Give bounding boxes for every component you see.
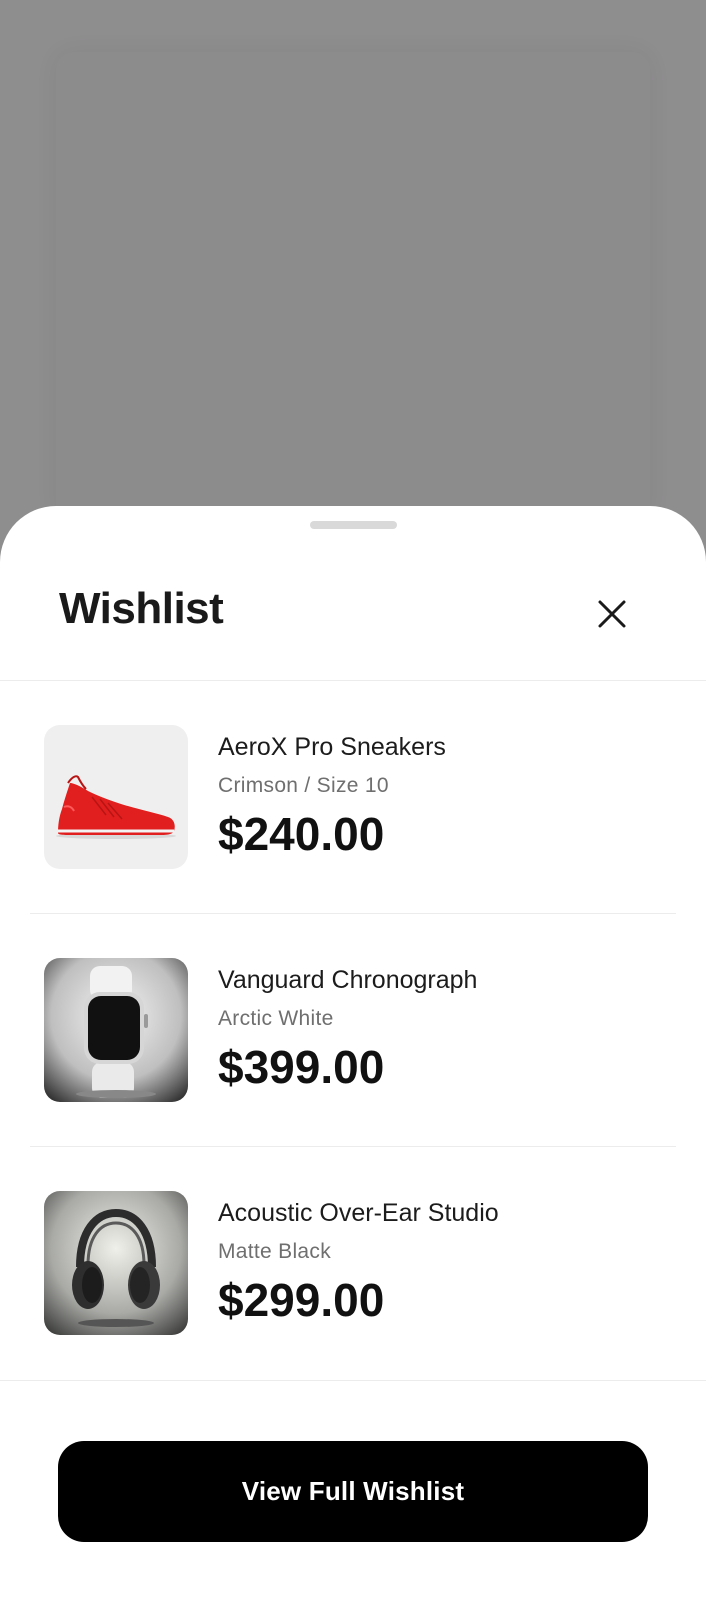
wishlist-bottom-sheet: Wishlist AeroX Pro Sneakers Crimson / Si… — [0, 506, 706, 1600]
item-name: Acoustic Over-Ear Studio — [218, 1199, 499, 1227]
close-button[interactable] — [588, 590, 636, 638]
item-price: $299.00 — [218, 1274, 385, 1326]
close-icon — [598, 600, 626, 628]
view-full-wishlist-button[interactable]: View Full Wishlist — [58, 1441, 648, 1542]
wishlist-item[interactable]: AeroX Pro Sneakers Crimson / Size 10 $24… — [30, 681, 676, 914]
smartwatch-image — [44, 958, 188, 1102]
list-divider — [0, 1380, 706, 1381]
item-variant: Matte Black — [218, 1240, 332, 1263]
wishlist-item[interactable]: Acoustic Over-Ear Studio Matte Black $29… — [30, 1147, 676, 1380]
headphones-image — [44, 1191, 188, 1335]
item-variant: Arctic White — [218, 1007, 334, 1030]
item-price: $399.00 — [218, 1041, 385, 1093]
sheet-title: Wishlist — [59, 584, 224, 633]
sheet-drag-handle[interactable] — [310, 521, 397, 529]
item-name: Vanguard Chronograph — [218, 966, 478, 994]
dimmed-page-content — [56, 52, 650, 522]
red-sneaker-image — [44, 725, 188, 869]
item-price: $240.00 — [218, 808, 385, 860]
item-variant: Crimson / Size 10 — [218, 774, 389, 797]
sheet-header: Wishlist — [0, 576, 706, 664]
wishlist-item[interactable]: Vanguard Chronograph Arctic White $399.0… — [30, 914, 676, 1147]
item-name: AeroX Pro Sneakers — [218, 733, 446, 761]
